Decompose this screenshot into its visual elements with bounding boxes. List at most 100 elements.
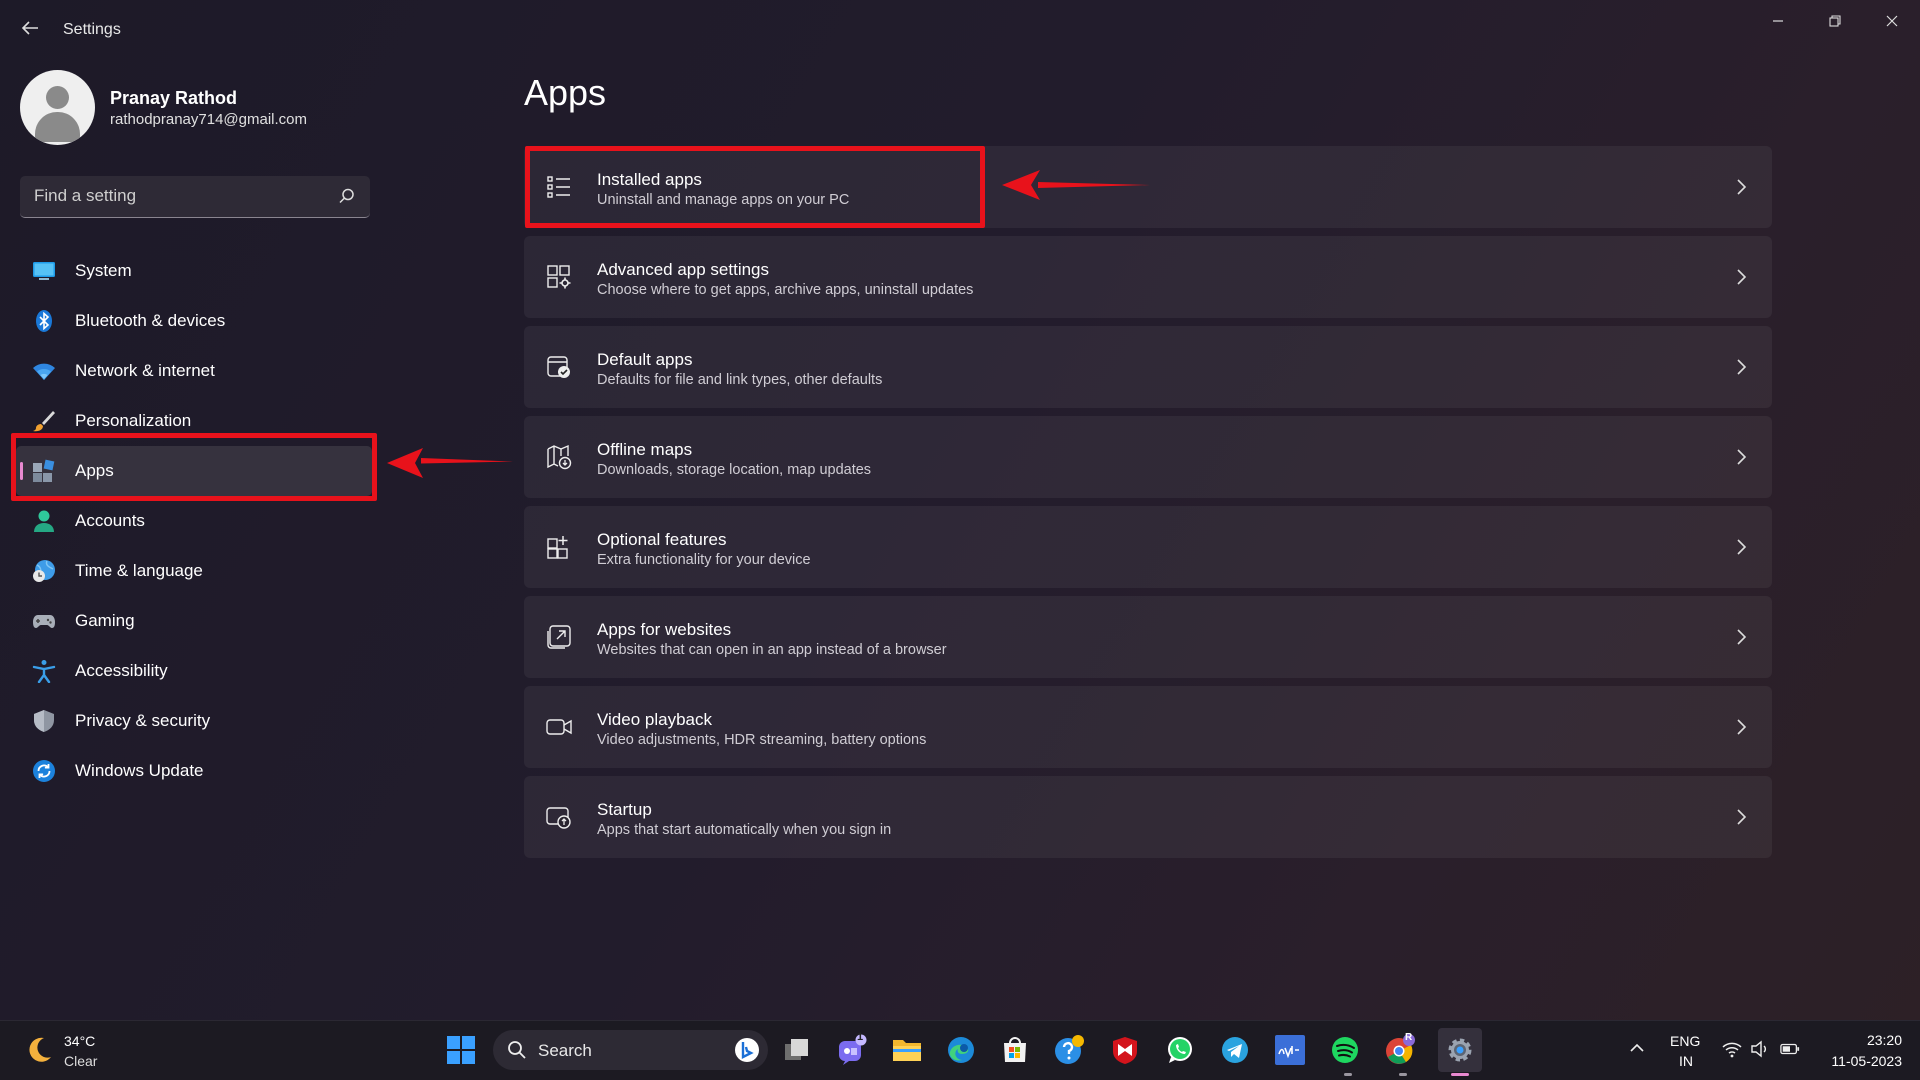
- chevron-right-icon: [1737, 449, 1747, 465]
- battery-icon[interactable]: [1780, 1039, 1800, 1059]
- card-title: Advanced app settings: [597, 260, 770, 279]
- avatar[interactable]: [20, 70, 95, 145]
- telegram-button[interactable]: [1218, 1033, 1252, 1067]
- avatar-body: [35, 112, 80, 142]
- app-settings-icon: [547, 265, 571, 289]
- gear-icon: [1448, 1038, 1472, 1062]
- page-title: Apps: [524, 72, 607, 113]
- weather-desc[interactable]: Clear: [64, 1053, 97, 1069]
- card-video-playback[interactable]: Video playback Video adjustments, HDR st…: [524, 686, 1772, 768]
- card-subtitle: Websites that can open in an app instead…: [597, 642, 947, 658]
- restore-icon: [1829, 15, 1841, 27]
- sidebar-item-gaming[interactable]: Gaming: [16, 596, 372, 646]
- card-subtitle: Video adjustments, HDR streaming, batter…: [597, 732, 927, 748]
- sidebar-item-privacy[interactable]: Privacy & security: [16, 696, 372, 746]
- card-title: Optional features: [597, 530, 727, 549]
- whatsapp-button[interactable]: [1163, 1033, 1197, 1067]
- start-button[interactable]: [444, 1033, 478, 1067]
- bing-icon: [735, 1038, 759, 1062]
- card-installed-apps[interactable]: Installed apps Uninstall and manage apps…: [524, 146, 1772, 228]
- sidebar-item-network[interactable]: Network & internet: [16, 346, 372, 396]
- minimize-icon: [1773, 20, 1783, 22]
- sidebar-item-label: System: [75, 261, 132, 280]
- card-title: Offline maps: [597, 440, 693, 459]
- app-tile-icon: [1275, 1035, 1305, 1065]
- mobile-app-button[interactable]: [1273, 1033, 1307, 1067]
- card-default-apps[interactable]: Default apps Defaults for file and link …: [524, 326, 1772, 408]
- card-subtitle: Extra functionality for your device: [597, 552, 811, 568]
- spotify-button[interactable]: [1328, 1033, 1362, 1067]
- find-setting-input[interactable]: [20, 176, 330, 216]
- sidebar-item-label: Apps: [75, 461, 114, 480]
- sidebar-item-label: Bluetooth & devices: [75, 311, 226, 330]
- apps-icon: [33, 459, 55, 482]
- startup-icon: [546, 807, 571, 829]
- teams-chat-icon: [839, 1034, 867, 1065]
- chat-badge: 1: [857, 1031, 864, 1043]
- globe-clock-icon: [33, 560, 55, 582]
- store-button[interactable]: [998, 1033, 1032, 1067]
- spotify-icon: [1332, 1037, 1358, 1063]
- wifi-icon[interactable]: [1722, 1039, 1742, 1059]
- card-title: Startup: [597, 800, 652, 819]
- accessibility-icon: [32, 660, 56, 683]
- card-optional-features[interactable]: Optional features Extra functionality fo…: [524, 506, 1772, 588]
- get-help-button[interactable]: [1053, 1033, 1087, 1067]
- card-startup[interactable]: Startup Apps that start automatically wh…: [524, 776, 1772, 858]
- gamepad-icon: [33, 615, 55, 628]
- chevron-up-icon[interactable]: [1628, 1039, 1646, 1057]
- task-view-button[interactable]: [780, 1033, 814, 1067]
- sidebar-item-label: Accounts: [75, 511, 145, 530]
- moon-icon: [29, 1037, 51, 1062]
- edge-button[interactable]: [944, 1033, 978, 1067]
- search-icon: [339, 188, 354, 204]
- chevron-right-icon: [1737, 629, 1747, 645]
- sidebar-item-windows-update[interactable]: Windows Update: [16, 746, 372, 796]
- telegram-icon: [1222, 1037, 1248, 1063]
- mcafee-button[interactable]: [1108, 1033, 1142, 1067]
- language-indicator[interactable]: ENG: [1670, 1033, 1700, 1049]
- user-name: Pranay Rathod: [110, 88, 238, 108]
- restore-button[interactable]: [1812, 6, 1858, 36]
- volume-icon[interactable]: [1750, 1039, 1770, 1059]
- chevron-right-icon: [1737, 179, 1747, 195]
- sidebar-item-label: Time & language: [75, 561, 203, 580]
- sidebar-item-personalization[interactable]: Personalization: [16, 396, 372, 446]
- default-apps-icon: [547, 356, 570, 378]
- sidebar-item-system[interactable]: System: [16, 246, 372, 296]
- card-offline-maps[interactable]: Offline maps Downloads, storage location…: [524, 416, 1772, 498]
- chevron-right-icon: [1737, 359, 1747, 375]
- sidebar-item-label: Network & internet: [75, 361, 215, 380]
- card-title: Apps for websites: [597, 620, 732, 639]
- sidebar-item-accounts[interactable]: Accounts: [16, 496, 372, 546]
- back-button[interactable]: [18, 16, 42, 40]
- monitor-icon: [33, 262, 55, 280]
- card-advanced-app-settings[interactable]: Advanced app settings Choose where to ge…: [524, 236, 1772, 318]
- minimize-button[interactable]: [1755, 6, 1801, 36]
- search-icon: [508, 1041, 526, 1059]
- card-title: Default apps: [597, 350, 693, 369]
- weather-temp[interactable]: 34°C: [64, 1033, 95, 1049]
- sidebar-item-accessibility[interactable]: Accessibility: [16, 646, 372, 696]
- running-indicator: [1399, 1073, 1407, 1076]
- close-button[interactable]: [1869, 6, 1915, 36]
- sidebar-item-bluetooth[interactable]: Bluetooth & devices: [16, 296, 372, 346]
- chrome-button[interactable]: R: [1383, 1032, 1417, 1067]
- sidebar-item-time-language[interactable]: Time & language: [16, 546, 372, 596]
- sidebar-item-apps[interactable]: Apps: [16, 446, 372, 496]
- settings-taskbar-button[interactable]: [1438, 1028, 1482, 1072]
- bluetooth-icon: [36, 310, 52, 332]
- title-bar: Settings: [0, 0, 1920, 60]
- close-icon: [1886, 15, 1898, 27]
- find-setting-box[interactable]: [20, 176, 370, 218]
- card-subtitle: Downloads, storage location, map updates: [597, 462, 872, 478]
- taskbar-search[interactable]: Search: [493, 1030, 768, 1070]
- card-subtitle: Choose where to get apps, archive apps, …: [597, 282, 974, 298]
- file-explorer-button[interactable]: [890, 1033, 924, 1067]
- card-subtitle: Defaults for file and link types, other …: [597, 372, 883, 388]
- card-apps-for-websites[interactable]: Apps for websites Websites that can open…: [524, 596, 1772, 678]
- chat-button[interactable]: 1: [835, 1031, 869, 1067]
- language-region[interactable]: IN: [1679, 1053, 1693, 1069]
- back-arrow-icon: [21, 21, 38, 35]
- list-icon: [547, 176, 570, 198]
